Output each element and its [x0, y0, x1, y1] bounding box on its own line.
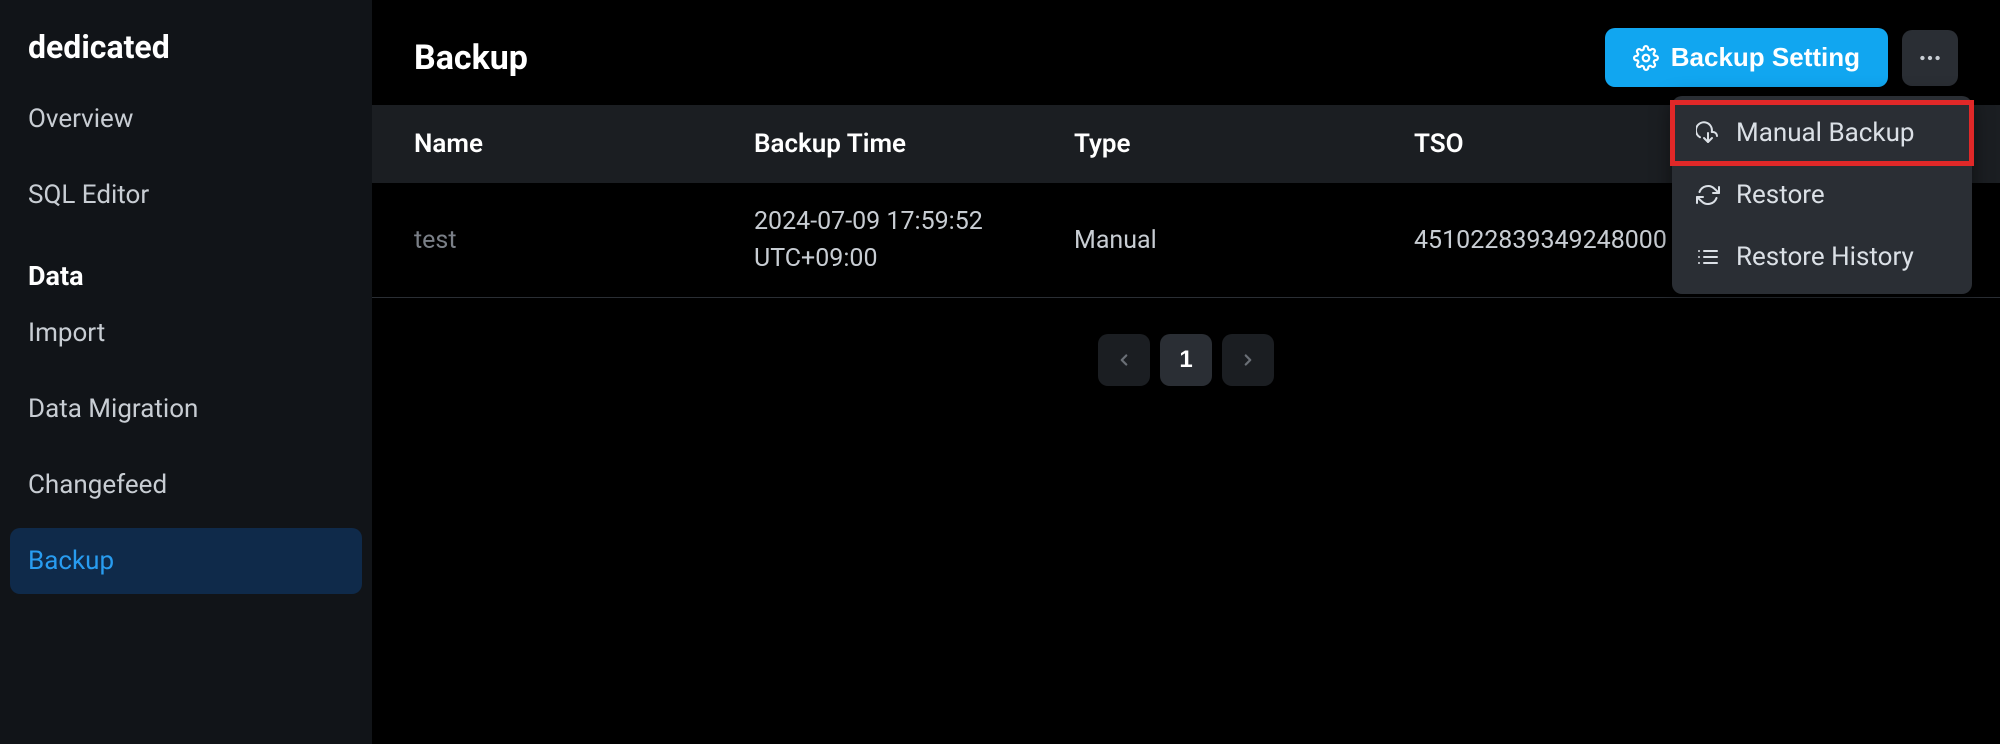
sidebar-item-backup[interactable]: Backup — [10, 528, 362, 594]
dropdown-item-label: Restore History — [1736, 242, 1914, 272]
page-title: Backup — [414, 38, 528, 78]
cell-name: test — [414, 226, 754, 255]
sidebar-item-label: Import — [28, 318, 105, 348]
main-header: Backup Backup Setting — [372, 0, 2000, 105]
chevron-right-icon — [1239, 351, 1257, 369]
backup-time-line2: UTC+09:00 — [754, 240, 1074, 278]
button-label: Backup Setting — [1671, 42, 1860, 73]
pagination-prev-button[interactable] — [1098, 334, 1150, 386]
col-header-type: Type — [1074, 129, 1414, 159]
cell-type: Manual — [1074, 226, 1414, 255]
chevron-left-icon — [1115, 351, 1133, 369]
gear-icon — [1633, 45, 1659, 71]
dots-horizontal-icon — [1917, 45, 1943, 71]
dropdown-item-label: Restore — [1736, 180, 1825, 210]
dropdown-item-restore[interactable]: Restore — [1672, 164, 1972, 226]
header-actions: Backup Setting — [1605, 28, 1958, 87]
sidebar-item-changefeed[interactable]: Changefeed — [10, 452, 362, 518]
dropdown-item-label: Manual Backup — [1736, 118, 1915, 148]
pagination-next-button[interactable] — [1222, 334, 1274, 386]
sidebar-item-label: Overview — [28, 104, 133, 134]
sidebar-item-label: SQL Editor — [28, 180, 149, 210]
pagination-page-1[interactable]: 1 — [1160, 334, 1212, 386]
refresh-icon — [1696, 183, 1720, 207]
col-header-name: Name — [414, 129, 754, 159]
dropdown-item-restore-history[interactable]: Restore History — [1672, 226, 1972, 288]
sidebar: dedicated Overview SQL Editor Data Impor… — [0, 0, 372, 744]
col-header-backup-time: Backup Time — [754, 125, 1074, 164]
sidebar-item-overview[interactable]: Overview — [10, 86, 362, 152]
more-actions-button[interactable] — [1902, 30, 1958, 86]
sidebar-item-import[interactable]: Import — [10, 300, 362, 366]
dropdown-item-manual-backup[interactable]: Manual Backup — [1672, 102, 1972, 164]
sidebar-item-data-migration[interactable]: Data Migration — [10, 376, 362, 442]
pagination: 1 — [372, 298, 2000, 422]
sidebar-item-label: Backup — [28, 546, 114, 576]
backup-time-line1: 2024-07-09 17:59:52 — [754, 203, 1074, 241]
cell-backup-time: 2024-07-09 17:59:52 UTC+09:00 — [754, 203, 1074, 278]
sidebar-section-data: Data — [10, 238, 362, 300]
sidebar-item-label: Changefeed — [28, 470, 167, 500]
main-content: Backup Backup Setting — [372, 0, 2000, 744]
backup-setting-button[interactable]: Backup Setting — [1605, 28, 1888, 87]
sidebar-title: dedicated — [10, 28, 362, 86]
sidebar-item-label: Data Migration — [28, 394, 198, 424]
sidebar-item-sql-editor[interactable]: SQL Editor — [10, 162, 362, 228]
cloud-download-icon — [1696, 121, 1720, 145]
list-icon — [1696, 245, 1720, 269]
more-actions-dropdown: Manual Backup Restore — [1672, 96, 1972, 294]
